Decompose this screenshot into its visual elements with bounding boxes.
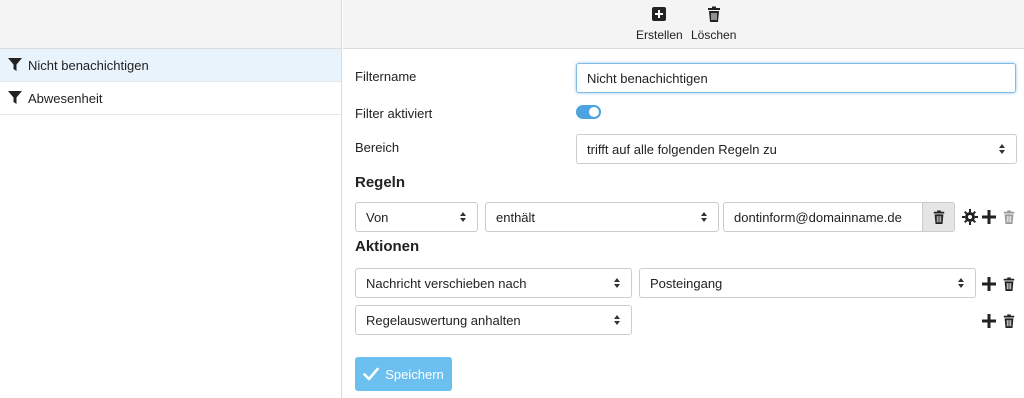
action-target-select[interactable]: Posteingang (639, 268, 976, 298)
select-arrows-icon (459, 211, 467, 223)
action-select[interactable]: Nachricht verschieben nach (355, 268, 632, 298)
toggle-knob (589, 107, 599, 117)
filtername-input[interactable] (576, 63, 1016, 93)
filter-active-toggle[interactable] (576, 105, 601, 119)
trash-icon (706, 6, 722, 22)
funnel-icon (8, 91, 22, 105)
filter-list-panel: Nicht benachichtigen Abwesenheit (0, 0, 342, 398)
select-arrows-icon (957, 277, 965, 289)
rule-field-select[interactable]: Von (355, 202, 478, 232)
action-select-value: Regelauswertung anhalten (366, 312, 521, 328)
filter-editor: Erstellen Löschen Filtername Filter akti… (343, 0, 1024, 398)
add-action-button[interactable] (981, 313, 997, 329)
plus-icon (982, 210, 996, 224)
save-button-label: Speichern (385, 366, 444, 382)
plus-icon (982, 277, 996, 291)
action-target-value: Posteingang (650, 275, 723, 291)
plus-icon (982, 314, 996, 328)
scope-label: Bereich (355, 140, 400, 155)
filter-settings-page: Nicht benachichtigen Abwesenheit Erstell… (0, 0, 1024, 398)
trash-icon (1003, 210, 1015, 224)
rule-value-input[interactable] (723, 202, 923, 232)
rules-title: Regeln (355, 174, 406, 191)
actions-title: Aktionen (355, 238, 420, 255)
filtername-label: Filtername (355, 69, 417, 84)
rule-operator-value: enthält (496, 209, 536, 225)
trash-icon (1003, 314, 1015, 328)
filter-list-item-label: Abwesenheit (28, 90, 103, 106)
scope-select[interactable]: trifft auf alle folgenden Regeln zu (576, 134, 1017, 164)
remove-action-button[interactable] (1001, 313, 1017, 329)
funnel-icon (8, 58, 22, 72)
trash-icon (1003, 277, 1015, 291)
filter-list-item-label: Nicht benachichtigen (28, 57, 149, 73)
filter-list-item[interactable]: Abwesenheit (0, 82, 341, 115)
trash-icon (933, 210, 944, 224)
rule-operator-select[interactable]: enthält (485, 202, 719, 232)
create-button[interactable]: Erstellen (636, 6, 683, 42)
add-action-button[interactable] (981, 276, 997, 292)
gear-icon[interactable] (962, 209, 978, 225)
select-arrows-icon (998, 143, 1006, 155)
create-button-label: Erstellen (636, 28, 683, 42)
action-select[interactable]: Regelauswertung anhalten (355, 305, 632, 335)
save-button[interactable]: Speichern (355, 357, 452, 391)
add-rule-button[interactable] (981, 209, 997, 225)
select-arrows-icon (613, 277, 621, 289)
rule-field-value: Von (366, 209, 389, 225)
toolbar: Erstellen Löschen (343, 0, 1024, 49)
delete-button[interactable]: Löschen (691, 6, 736, 42)
select-arrows-icon (613, 314, 621, 326)
filter-list-item[interactable]: Nicht benachichtigen (0, 49, 341, 82)
remove-rule-button[interactable] (1001, 209, 1017, 225)
delete-button-label: Löschen (691, 28, 737, 42)
action-select-value: Nachricht verschieben nach (366, 275, 527, 291)
remove-action-button[interactable] (1001, 276, 1017, 292)
checkmark-icon (363, 367, 380, 381)
filter-active-label: Filter aktiviert (355, 106, 433, 121)
scope-select-value: trifft auf alle folgenden Regeln zu (587, 141, 777, 157)
filter-list-header (0, 0, 341, 49)
rule-value-clear-button[interactable] (923, 202, 955, 232)
select-arrows-icon (700, 211, 708, 223)
plus-square-icon (651, 6, 667, 22)
